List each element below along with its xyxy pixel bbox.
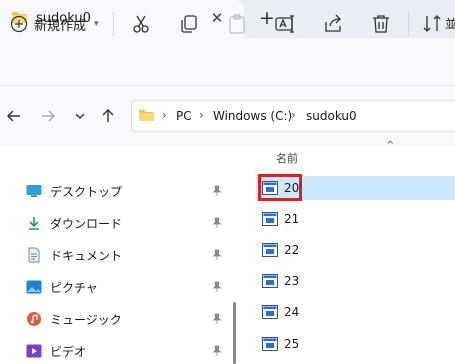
file-row-label: 24 [284,305,300,319]
nav-item-pictures[interactable]: ピクチャ [26,275,236,299]
sort-caret-icon: ^ [386,140,395,151]
folder-icon [139,110,154,121]
pin-icon[interactable] [211,345,223,357]
command-separator [408,12,409,36]
chevron-down-icon: ▾ [94,19,99,29]
nav-item-label: ビデオ [50,344,87,359]
file-icon [262,243,278,257]
breadcrumb-separator: › [162,108,167,122]
command-separator [113,12,114,36]
breadcrumb-pc[interactable]: PC [176,109,192,123]
plus-circle-icon [10,15,28,33]
sort-icon[interactable] [420,12,444,36]
nav-item-label: デスクトップ [50,184,123,199]
back-arrow-icon[interactable] [4,106,24,126]
cut-icon[interactable] [129,12,153,36]
nav-item-label: ドキュメント [50,248,123,263]
nav-item-documents[interactable]: ドキュメント [26,243,236,267]
document-icon [28,247,40,263]
share-icon[interactable] [321,12,345,36]
file-row[interactable]: 25 [256,332,455,356]
pin-icon[interactable] [211,313,223,325]
nav-item-videos[interactable]: ビデオ [26,339,236,363]
delete-icon[interactable] [369,12,393,36]
file-icon [262,305,278,319]
column-header-name[interactable]: 名前 [276,150,298,166]
breadcrumb-sudoku0[interactable]: sudoku0 [306,109,357,123]
file-row-label: 23 [284,274,300,288]
nav-item-music[interactable]: ミュージック [26,307,236,331]
breadcrumb-drive[interactable]: Windows (C:) [213,109,292,123]
nav-scrollbar[interactable] [233,302,236,364]
sort-label[interactable]: 並 [445,15,455,32]
new-button[interactable]: 新規作成 ▾ [10,12,99,36]
nav-item-downloads[interactable]: ダウンロード [26,211,236,235]
forward-arrow-icon[interactable] [38,106,58,126]
pin-icon[interactable] [211,249,223,261]
file-row[interactable]: 22 [256,238,455,262]
rename-icon[interactable] [273,12,297,36]
nav-item-label: ピクチャ [50,280,98,295]
copy-icon[interactable] [177,12,201,36]
recent-chevron-icon[interactable] [70,106,90,126]
file-row[interactable]: 23 [256,269,455,293]
nav-item-label: ダウンロード [50,216,123,231]
tab-close-button[interactable]: ✕ [207,8,227,28]
download-icon [29,217,39,230]
file-icon [262,212,278,226]
pin-icon[interactable] [211,217,223,229]
pin-icon[interactable] [211,281,223,293]
desktop-icon [26,185,42,197]
file-row-label: 22 [284,243,300,257]
breadcrumb-separator: › [291,108,296,122]
nav-item-label: ミュージック [50,312,122,327]
file-row[interactable]: 21 [256,207,455,231]
file-icon [262,337,278,351]
file-icon [262,274,278,288]
breadcrumb-separator: › [199,108,204,122]
pictures-icon [26,280,42,294]
paste-icon[interactable] [225,12,249,36]
command-bar [0,38,455,86]
up-arrow-icon[interactable] [98,106,118,126]
highlight-box [258,174,302,201]
file-row-label: 25 [284,337,300,351]
file-row-label: 21 [284,212,300,226]
pin-icon[interactable] [211,185,223,197]
video-icon [26,344,42,358]
music-icon [27,312,41,326]
file-row[interactable]: 24 [256,300,455,324]
new-button-label: 新規作成 [34,18,87,34]
nav-item-desktop[interactable]: デスクトップ [26,179,236,203]
